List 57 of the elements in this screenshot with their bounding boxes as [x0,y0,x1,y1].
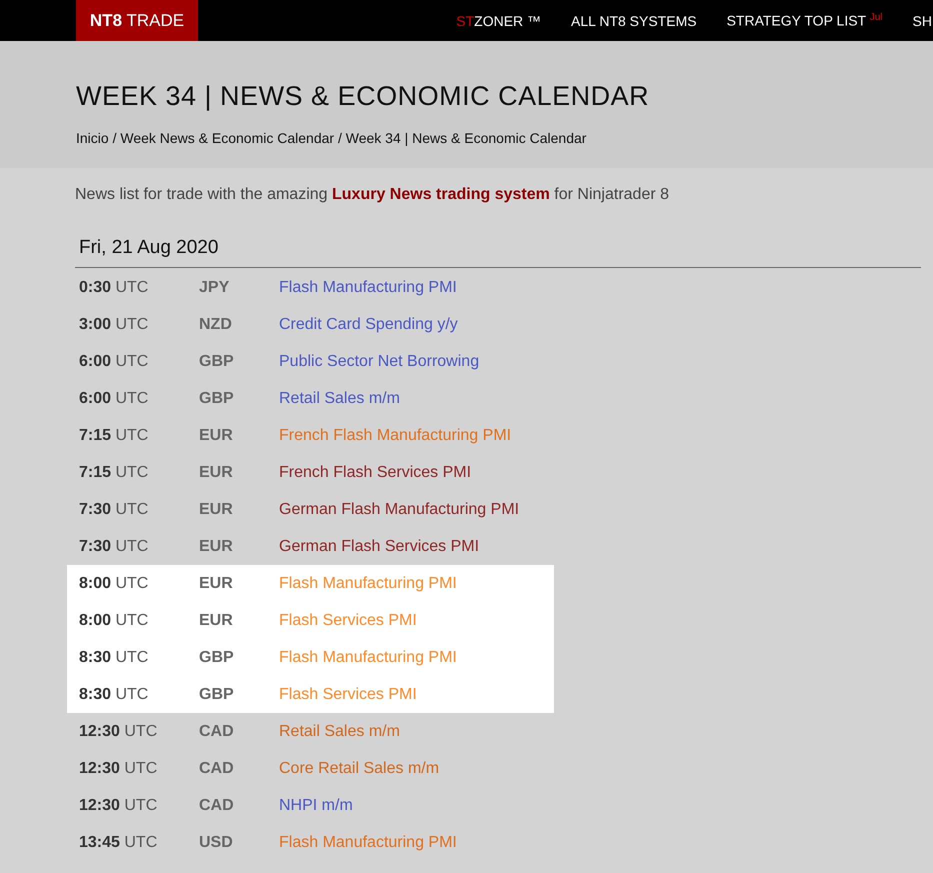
event-time: 12:30 UTC [79,722,158,740]
event-name: Flash Manufacturing PMI [279,648,457,666]
nav-link[interactable]: ALL NT8 SYSTEMS [571,12,697,28]
event-name: Flash Services PMI [279,686,417,704]
intro-text: News list for trade with the amazing Luxury News trading system for Ninjatrader 8 [75,186,670,204]
currency-code: USD [199,834,234,852]
currency-code: CAD [199,722,235,740]
event-time: 13:45 UTC [79,834,158,852]
event-time: 8:30 UTC [79,686,150,704]
event-name: French Flash Manufacturing PMI [279,426,512,444]
event-name: German Flash Manufacturing PMI [279,500,520,518]
page-title: WEEK 34 | NEWS & ECONOMIC CALENDAR [76,81,650,112]
event-name: Flash Manufacturing PMI [279,834,457,852]
currency-code: EUR [199,426,234,444]
currency-code: GBP [199,648,235,666]
event-time: 6:00 UTC [79,390,150,408]
event-name: Flash Manufacturing PMI [279,574,457,592]
event-time: 7:15 UTC [79,426,150,444]
event-name: German Flash Services PMI [279,538,480,556]
currency-code: EUR [199,574,234,592]
event-time: 7:30 UTC [79,538,150,556]
event-time: 8:00 UTC [79,612,150,630]
currency-code: EUR [199,612,234,630]
event-name: Flash Services PMI [279,612,417,630]
event-time: 8:00 UTC [79,574,150,592]
breadcrumb: Inicio / Week News & Economic Calendar / Week 34 | News & Economic Calendar [76,130,588,146]
event-name: Flash Manufacturing PMI [279,278,457,296]
currency-code: NZD [199,316,233,334]
event-time: 12:30 UTC [79,760,158,778]
event-name: Public Sector Net Borrowing [279,352,480,370]
currency-code: JPY [199,278,230,296]
currency-code: CAD [199,760,235,778]
event-time: 8:30 UTC [79,648,150,666]
event-time: 0:30 UTC [79,278,150,296]
currency-code: EUR [199,464,234,482]
nav-link[interactable]: STRATEGY TOP LIST $^{Jul}$ [726,12,883,29]
day-heading: Fri, 21 Aug 2020 [75,237,921,268]
event-name: Core Retail Sales m/m [279,760,440,778]
event-time: 7:30 UTC [79,500,150,518]
event-time: 3:00 UTC [79,316,150,334]
nav-link[interactable]: SH [912,12,932,28]
site-logo[interactable]: NT8 TRADE [76,0,198,41]
nav-link[interactable]: STZONER ™ [456,12,542,28]
event-name: Retail Sales m/m [279,722,400,740]
event-name: Credit Card Spending y/y [279,316,458,334]
event-time: 12:30 UTC [79,796,158,814]
event-time: 6:00 UTC [79,352,150,370]
currency-code: EUR [199,538,234,556]
event-name: Retail Sales m/m [279,390,400,408]
currency-code: EUR [199,500,234,518]
event-name: French Flash Services PMI [279,464,472,482]
currency-code: GBP [199,390,235,408]
currency-code: CAD [199,796,235,814]
event-name: NHPI m/m [279,796,353,814]
event-time: 7:15 UTC [79,464,150,482]
currency-code: GBP [199,352,235,370]
currency-code: GBP [199,686,235,704]
